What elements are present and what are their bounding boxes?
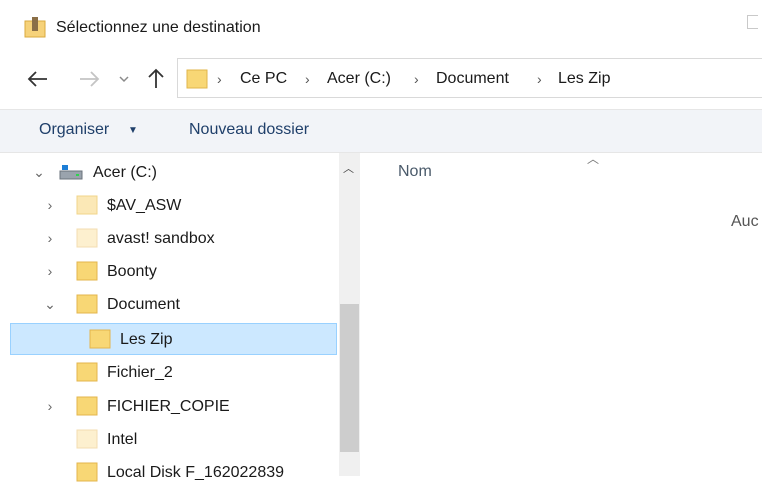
- chevron-right-icon[interactable]: ›: [43, 263, 57, 279]
- breadcrumb-separator: ›: [537, 71, 542, 87]
- chevron-down-icon: [119, 76, 129, 83]
- column-header-name[interactable]: Nom: [398, 163, 432, 181]
- back-button[interactable]: [25, 67, 51, 91]
- scrollbar-thumb[interactable]: [340, 304, 359, 452]
- tree-item-label: FICHIER_COPIE: [107, 398, 230, 415]
- folder-icon: [76, 361, 98, 383]
- drive-icon: [59, 161, 83, 183]
- up-button[interactable]: [143, 66, 169, 92]
- tree-item-fichier-copie[interactable]: › FICHIER_COPIE: [0, 390, 338, 422]
- tree-item-les-zip[interactable]: Les Zip: [10, 323, 337, 355]
- folder-icon: [24, 17, 46, 39]
- arrow-left-icon: [27, 71, 47, 87]
- sort-ascending-icon: ︿: [587, 152, 600, 166]
- chevron-down-icon[interactable]: ⌄: [32, 164, 46, 181]
- tree-item-boonty[interactable]: › Boonty: [0, 255, 338, 287]
- tree-item-document[interactable]: ⌄ Document: [0, 288, 338, 320]
- chevron-right-icon[interactable]: ›: [43, 197, 57, 213]
- tree-item-label: Les Zip: [120, 331, 173, 348]
- window-frame-corner: [747, 15, 758, 29]
- tree-item-label: avast! sandbox: [107, 230, 215, 247]
- folder-icon: [76, 227, 98, 249]
- tree-item-label: Local Disk F_162022839: [107, 464, 285, 481]
- scroll-up-icon[interactable]: ︿: [343, 160, 354, 176]
- window-title: Sélectionnez une destination: [56, 19, 261, 36]
- tree-item-label: Acer (C:): [93, 164, 157, 181]
- tree-item-label: $AV_ASW: [107, 197, 182, 214]
- tree-item-local-disk-f[interactable]: Local Disk F_162022839: [0, 456, 338, 488]
- command-bar: [0, 109, 762, 153]
- tree-item-label: Fichier_2: [107, 364, 173, 381]
- folder-icon: [185, 67, 209, 91]
- tree-item-intel[interactable]: Intel: [0, 423, 338, 455]
- tree-item-av-asw[interactable]: › $AV_ASW: [0, 189, 338, 221]
- tree-item-avast-sandbox[interactable]: › avast! sandbox: [0, 222, 338, 254]
- file-list-pane[interactable]: [360, 153, 762, 476]
- chevron-down-icon[interactable]: ⌄: [43, 296, 57, 313]
- breadcrumb-separator: ›: [305, 71, 310, 87]
- folder-icon: [76, 428, 98, 450]
- chevron-right-icon[interactable]: ›: [43, 398, 57, 414]
- breadcrumb-separator: ›: [217, 71, 222, 87]
- breadcrumb-item[interactable]: Acer (C:): [327, 70, 391, 88]
- folder-icon: [76, 395, 98, 417]
- breadcrumb-item[interactable]: Les Zip: [558, 70, 610, 88]
- tree-item-label: Intel: [107, 431, 138, 448]
- tree-item-label: Document: [107, 296, 180, 313]
- breadcrumb-item[interactable]: Ce PC: [240, 70, 287, 88]
- tree-item-fichier-2[interactable]: Fichier_2: [0, 356, 338, 388]
- folder-icon: [76, 293, 98, 315]
- empty-folder-message: Auc: [731, 213, 759, 230]
- folder-icon: [76, 194, 98, 216]
- folder-icon: [89, 328, 111, 350]
- arrow-right-icon: [80, 71, 100, 87]
- folder-icon: [76, 260, 98, 282]
- navigation-pane: ⌄ Acer (C:) › $AV_ASW › avast! sandbox ›…: [0, 153, 360, 482]
- tree-item-label: Boonty: [107, 263, 157, 280]
- new-folder-button[interactable]: Nouveau dossier: [189, 121, 309, 139]
- breadcrumb-separator: ›: [414, 71, 419, 87]
- chevron-right-icon[interactable]: ›: [43, 230, 57, 246]
- folder-icon: [76, 461, 98, 483]
- organize-button[interactable]: Organiser: [39, 121, 109, 139]
- tree-item-acer-c[interactable]: ⌄ Acer (C:): [0, 156, 338, 188]
- forward-button[interactable]: [76, 67, 102, 91]
- arrow-up-icon: [148, 68, 164, 88]
- breadcrumb-item[interactable]: Document: [436, 70, 509, 88]
- recent-locations-button[interactable]: [116, 71, 132, 87]
- caret-down-icon[interactable]: ▼: [128, 125, 138, 136]
